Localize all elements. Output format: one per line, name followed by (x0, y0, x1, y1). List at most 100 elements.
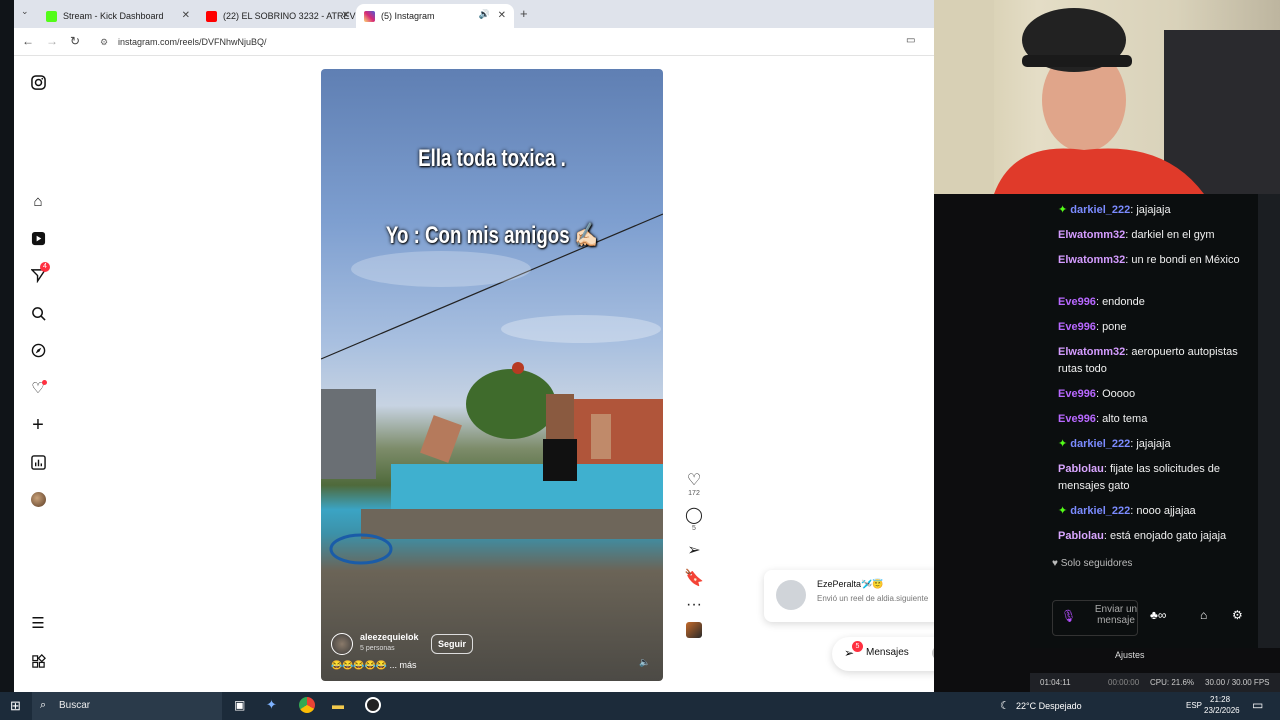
kicks-icon[interactable]: ♣∞ (1150, 608, 1166, 622)
tab-kick-dashboard[interactable]: Stream - Kick Dashboard ✕ (38, 4, 198, 28)
chat-text: jajajaja (1136, 438, 1171, 450)
task-view-icon[interactable]: ▣ (234, 698, 245, 712)
tab-search-icon[interactable]: ⌄ (21, 6, 29, 17)
share-button[interactable]: ➢ (682, 540, 706, 560)
speaker-icon[interactable]: 🔊 (479, 9, 490, 20)
file-explorer-icon[interactable]: ▬ (332, 698, 344, 712)
weather-icon: ☾ (1000, 700, 1010, 712)
chat-message: Pablolau: está enojado gato jajaja (1058, 528, 1254, 545)
chat-message: ✦ darkiel_222: nooo ajjajaa (1058, 503, 1254, 520)
comment-button[interactable]: ◯ 5 (682, 505, 706, 532)
forward-icon[interactable]: → (46, 34, 58, 48)
reel-description[interactable]: 😂😂😂😂😂 ... más (331, 660, 417, 671)
comments-count: 5 (692, 525, 696, 532)
avatar (932, 646, 934, 660)
clock-time[interactable]: 21:28 (1210, 695, 1230, 704)
chat-text: alto tema (1102, 413, 1148, 425)
reel-caption-line-2: Yo : Con mis amigos ✍🏻 (385, 222, 599, 249)
chat-username[interactable]: Elwatomm32 (1058, 346, 1125, 358)
close-icon[interactable]: ✕ (498, 10, 506, 21)
chrome-icon[interactable] (299, 697, 315, 713)
taskbar-search[interactable]: ⌕ Buscar (32, 692, 222, 720)
search-icon[interactable] (28, 303, 48, 323)
insights-icon[interactable] (28, 452, 48, 472)
gear-icon[interactable]: ⚙ (1232, 608, 1243, 622)
save-button[interactable]: 🔖 (682, 568, 706, 588)
follow-button[interactable]: Seguir (431, 634, 474, 654)
heart-icon[interactable]: ♡ (28, 378, 48, 398)
chat-message: Eve996: alto tema (1058, 411, 1254, 428)
chat-username[interactable]: darkiel_222 (1070, 505, 1130, 517)
direct-messages-icon[interactable]: 4 (28, 262, 50, 285)
chat-username[interactable]: Eve996 (1058, 413, 1096, 425)
comment-icon: ◯ (685, 507, 703, 524)
like-button[interactable]: ♡ 172 (682, 470, 706, 497)
reload-icon[interactable]: ↻ (70, 34, 80, 48)
chat-text: está enojado gato jajaja (1109, 530, 1227, 542)
close-icon[interactable]: ✕ (342, 10, 350, 21)
chat-username[interactable]: Elwatomm32 (1058, 254, 1125, 266)
chat-text: darkiel en el gym (1131, 229, 1215, 241)
chat-username[interactable]: Eve996 (1058, 388, 1096, 400)
weather-label[interactable]: 22°C Despejado (1016, 701, 1082, 711)
subscriber-badge-icon: ✦ (1058, 204, 1071, 216)
chat-username[interactable]: darkiel_222 (1070, 204, 1130, 216)
instagram-logo-icon[interactable] (28, 72, 48, 92)
author-avatar[interactable] (331, 633, 353, 655)
menu-icon[interactable]: ☰ (28, 613, 48, 633)
more-button[interactable]: ··· (682, 596, 706, 614)
author-username[interactable]: aleezequielok (360, 632, 419, 642)
chat-username[interactable]: Eve996 (1058, 296, 1096, 308)
reel-caption-line-1: Ella toda toxica . (418, 145, 566, 172)
url-text: instagram.com/reels/DVFNhwNjuBQ/ (118, 37, 267, 47)
chat-message: Eve996: Ooooo (1058, 386, 1254, 403)
chat-username[interactable]: Pablolau (1058, 530, 1104, 542)
more-apps-icon[interactable] (28, 651, 48, 671)
close-icon[interactable]: ✕ (182, 10, 190, 21)
tab-instagram[interactable]: (5) Instagram 🔊 ✕ (356, 4, 514, 28)
site-info-icon[interactable]: ⚙ (100, 32, 108, 52)
language-indicator[interactable]: ESP (1186, 701, 1202, 710)
reels-icon[interactable] (28, 228, 48, 248)
message-notification[interactable]: EzePeralta🛩️😇 Envió un reel de aldia.sig… (764, 570, 934, 622)
subscriber-badge-icon: ✦ (1058, 505, 1071, 517)
audio-thumbnail[interactable] (682, 622, 706, 643)
windows-taskbar: ⊞ ⌕ Buscar ▣ ✦ ▬ ☾ 22°C Despejado ESP 21… (0, 692, 1280, 720)
address-bar[interactable]: ⚙ instagram.com/reels/DVFNhwNjuBQ/ (100, 32, 900, 52)
create-icon[interactable]: + (28, 414, 48, 436)
followers-only-label: ♥ Solo seguidores (1052, 558, 1133, 569)
chat-username[interactable]: Eve996 (1058, 321, 1096, 333)
mic-icon[interactable]: 🎙 (1061, 609, 1076, 623)
windows-start-icon[interactable]: ⊞ (10, 698, 21, 714)
cast-icon[interactable]: ▭ (906, 35, 915, 46)
chat-username[interactable]: Elwatomm32 (1058, 229, 1125, 241)
chat-username[interactable]: Pablolau (1058, 463, 1104, 475)
profile-avatar[interactable] (28, 489, 48, 509)
copilot-icon[interactable]: ✦ (266, 697, 277, 713)
messages-button[interactable]: ➢ 5 Mensajes ··· (832, 637, 934, 671)
clock-date[interactable]: 23/2/2026 (1204, 706, 1240, 715)
fps-readout: 30.00 / 30.00 FPS (1205, 678, 1270, 687)
obs-icon[interactable] (365, 697, 381, 713)
instagram-icon (364, 10, 375, 22)
new-tab-button[interactable]: + (520, 6, 528, 21)
cpu-usage: CPU: 21.6% (1150, 678, 1195, 687)
background-window (0, 0, 14, 692)
bookmark-icon: 🔖 (684, 570, 704, 587)
store-icon[interactable]: ⌂ (1200, 608, 1207, 622)
notification-center-icon[interactable]: ▭ (1252, 698, 1263, 712)
chat-text: un re bondi en México (1131, 254, 1240, 266)
settings-label[interactable]: Ajustes (1115, 650, 1145, 660)
explore-icon[interactable] (28, 340, 48, 360)
tab-youtube[interactable]: (22) EL SOBRINO 3232 - ATREV ✕ (198, 4, 358, 28)
mute-icon[interactable]: 🔈 (639, 657, 650, 668)
taskbar-search-label: Buscar (59, 700, 91, 711)
reel-video[interactable]: Ella toda toxica . Yo : Con mis amigos ✍… (321, 69, 663, 681)
chat-username[interactable]: darkiel_222 (1070, 438, 1130, 450)
notification-sender: EzePeralta🛩️😇 (817, 579, 884, 589)
emote-bar (1054, 576, 1254, 594)
chat-input[interactable]: 🎙 Enviar un mensaje (1052, 600, 1138, 636)
home-icon[interactable]: ⌂ (28, 191, 48, 211)
chat-text: jajajaja (1136, 204, 1171, 216)
back-icon[interactable]: ← (22, 34, 34, 48)
